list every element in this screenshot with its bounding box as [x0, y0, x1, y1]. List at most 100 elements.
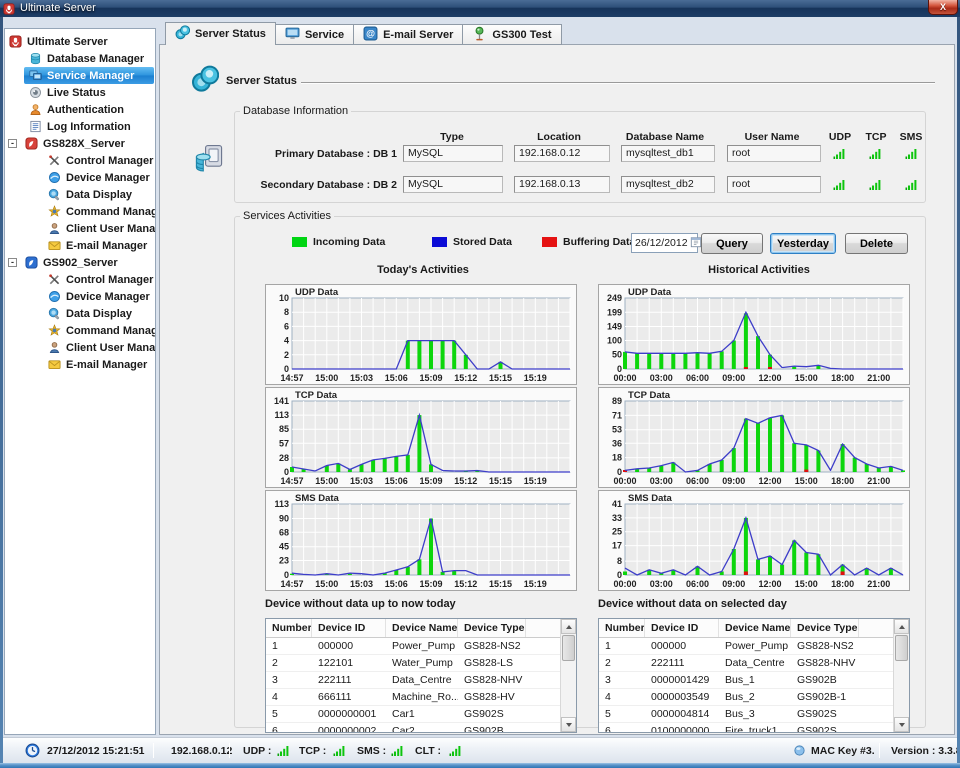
sidebar-item-ultimate-server[interactable]: Ultimate Server [5, 33, 155, 50]
column-header-device-type[interactable]: Device Type [791, 619, 859, 637]
sidebar-item-device-manager[interactable]: Device Manager [5, 169, 155, 186]
main-panel: Server Status Database Information TypeL… [159, 44, 955, 735]
table-row[interactable]: 1000000Power_PumpGS828-NS2 [266, 638, 560, 655]
table-header: NumberDevice IDDevice NameDevice Type [266, 619, 560, 638]
status-mac-key: MAC Key #3. [811, 745, 875, 757]
vertical-scrollbar[interactable] [560, 619, 576, 732]
svg-text:141: 141 [274, 396, 289, 406]
clock-icon [25, 743, 40, 763]
table-cell: GS902B [791, 672, 859, 688]
table-row[interactable]: 50000000001Car1GS902S [266, 706, 560, 723]
sidebar-item-gs902-server[interactable]: -GS902_Server [5, 254, 155, 271]
sidebar-item-label: Control Manager [66, 272, 153, 289]
vertical-scrollbar[interactable] [893, 619, 909, 732]
collapse-expander-icon[interactable]: - [8, 258, 17, 267]
db-field-type[interactable]: MySQL [403, 145, 503, 162]
sidebar-item-database-manager[interactable]: Database Manager [5, 50, 155, 67]
tab-service[interactable]: Service [276, 24, 354, 45]
pin-icon [472, 26, 487, 44]
scrollbar-thumb[interactable] [562, 635, 575, 661]
svg-text:SMS Data: SMS Data [295, 493, 340, 504]
column-header-device-id[interactable]: Device ID [645, 619, 719, 637]
column-header-number[interactable]: Number [266, 619, 312, 637]
column-header-device-type[interactable]: Device Type [458, 619, 526, 637]
db-field-user-name[interactable]: root [727, 176, 821, 193]
chart-hist-tcp: 0183653718900:0003:0006:0009:0012:0015:0… [598, 387, 910, 488]
sidebar-item-service-manager[interactable]: Service Manager [5, 67, 155, 84]
spheres-icon [175, 25, 190, 43]
sidebar-item-gs828x-server[interactable]: -GS828X_Server [5, 135, 155, 152]
table-cell: 666111 [312, 689, 386, 705]
db-field-database-name[interactable]: mysqltest_db2 [621, 176, 715, 193]
table-row[interactable]: 2122101Water_PumpGS828-LS [266, 655, 560, 672]
chart-hist-sms: 081725334100:0003:0006:0009:0012:0015:00… [598, 490, 910, 591]
yesterday-button[interactable]: Yesterday [770, 233, 836, 254]
db-field-location[interactable]: 192.168.0.12 [514, 145, 610, 162]
close-button[interactable]: X [928, 0, 958, 15]
db-field-database-name[interactable]: mysqltest_db1 [621, 145, 715, 162]
table-cell: 0000000001 [312, 706, 386, 722]
scroll-up-icon[interactable] [894, 619, 909, 634]
table-cell: 222111 [645, 655, 719, 671]
db-field-user-name[interactable]: root [727, 145, 821, 162]
legend-swatch-stored-data [432, 237, 447, 247]
column-header-device-name[interactable]: Device Name [386, 619, 458, 637]
sidebar-item-data-display[interactable]: Data Display [5, 305, 155, 322]
table-row[interactable]: 40000003549Bus_2GS902B-1 [599, 689, 893, 706]
services-activities-group: Services Activities Incoming DataStored … [234, 210, 926, 728]
sidebar-item-e-mail-manager[interactable]: E-mail Manager [5, 356, 155, 373]
sidebar-item-label: Device Manager [66, 289, 150, 306]
tab-label: E-mail Server [383, 29, 453, 41]
scroll-up-icon[interactable] [561, 619, 576, 634]
svg-text:15:00: 15:00 [795, 476, 818, 486]
table-row[interactable]: 2222111Data_CentreGS828-NHV [599, 655, 893, 672]
table-row[interactable]: 60000000002Car2GS902B [266, 723, 560, 733]
sidebar-item-control-manager[interactable]: Control Manager [5, 271, 155, 288]
svg-text:00:00: 00:00 [613, 579, 636, 589]
tab-e-mail-server[interactable]: @E-mail Server [354, 24, 463, 45]
tab-server-status[interactable]: Server Status [165, 22, 276, 45]
svg-text:15:03: 15:03 [350, 476, 373, 486]
table-cell: 3 [266, 672, 312, 688]
tab-gs300-test[interactable]: GS300 Test [463, 24, 561, 45]
delete-button[interactable]: Delete [845, 233, 908, 254]
table-row[interactable]: 4666111Machine_Ro...GS828-HV [266, 689, 560, 706]
sidebar-item-log-information[interactable]: Log Information [5, 118, 155, 135]
scroll-down-icon[interactable] [894, 717, 909, 732]
table-row[interactable]: 60100000000Fire_truck1GS902S [599, 723, 893, 733]
svg-text:6: 6 [284, 321, 289, 331]
column-header-device-name[interactable]: Device Name [719, 619, 791, 637]
table-row[interactable]: 3222111Data_CentreGS828-NHV [266, 672, 560, 689]
table-row[interactable]: 50000004814Bus_3GS902S [599, 706, 893, 723]
sidebar-item-device-manager[interactable]: Device Manager [5, 288, 155, 305]
sidebar-item-control-manager[interactable]: Control Manager [5, 152, 155, 169]
sms-signal-icon [905, 147, 920, 160]
historical-charts-column: 05010014919924900:0003:0006:0009:0012:00… [598, 284, 910, 593]
scroll-down-icon[interactable] [561, 717, 576, 732]
column-header-device-id[interactable]: Device ID [312, 619, 386, 637]
table-row[interactable]: 30000001429Bus_1GS902B [599, 672, 893, 689]
table-cell: GS902S [791, 706, 859, 722]
db-field-location[interactable]: 192.168.0.13 [514, 176, 610, 193]
sidebar-item-client-user-manager[interactable]: Client User Manager [5, 339, 155, 356]
column-header-number[interactable]: Number [599, 619, 645, 637]
table-cell: Water_Pump [386, 655, 458, 671]
sidebar-item-e-mail-manager[interactable]: E-mail Manager [5, 237, 155, 254]
db-field-type[interactable]: MySQL [403, 176, 503, 193]
collapse-expander-icon[interactable]: - [8, 139, 17, 148]
table-cell: 4 [599, 689, 645, 705]
table-row[interactable]: 1000000Power_PumpGS828-NS2 [599, 638, 893, 655]
svg-text:TCP Data: TCP Data [295, 390, 338, 401]
sidebar-item-label: Control Manager [66, 153, 153, 170]
sidebar-item-command-manager[interactable]: Command Manager [5, 203, 155, 220]
table-cell: Power_Pump [386, 638, 458, 654]
sidebar-item-data-display[interactable]: Data Display [5, 186, 155, 203]
date-picker[interactable]: 26/12/2012 [631, 233, 698, 253]
query-button[interactable]: Query [701, 233, 763, 254]
sidebar-item-authentication[interactable]: Authentication [5, 101, 155, 118]
sidebar-item-live-status[interactable]: Live Status [5, 84, 155, 101]
sidebar-item-command-manager[interactable]: Command Manager [5, 322, 155, 339]
scrollbar-thumb[interactable] [895, 635, 908, 661]
sidebar-item-client-user-manager[interactable]: Client User Manager [5, 220, 155, 237]
svg-text:15:15: 15:15 [489, 373, 512, 383]
